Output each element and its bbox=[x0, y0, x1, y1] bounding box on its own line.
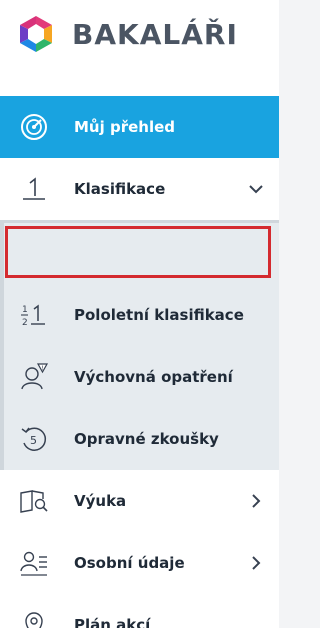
nav-subitem-ongoing-grades[interactable]: 1 2 N 1 Průběžná klasifikace bbox=[0, 220, 279, 284]
svg-text:1: 1 bbox=[22, 305, 28, 315]
svg-text:2: 2 bbox=[22, 318, 28, 328]
chevron-down-icon[interactable] bbox=[247, 180, 265, 198]
fraction-grades-icon: 1 2 N 1 bbox=[18, 238, 50, 270]
book-search-icon bbox=[18, 485, 50, 517]
nav-label-personal-data: Osobní údaje bbox=[74, 554, 185, 572]
svg-text:!: ! bbox=[41, 365, 43, 372]
brand-header[interactable]: BAKALÁŘI bbox=[0, 0, 279, 72]
svg-text:N 1: N 1 bbox=[24, 257, 39, 267]
nav-label-overview: Můj přehled bbox=[74, 118, 176, 136]
nav-subitem-half-year-grades[interactable]: 1 2 Pololetní klasifikace bbox=[0, 284, 279, 346]
nav-item-personal-data[interactable]: Osobní údaje bbox=[0, 532, 279, 594]
svg-text:1 2: 1 2 bbox=[24, 244, 38, 254]
chevron-right-icon[interactable] bbox=[247, 554, 265, 572]
id-card-icon bbox=[18, 547, 50, 579]
nav-item-classification[interactable]: Klasifikace bbox=[0, 158, 279, 220]
brand-name: BAKALÁŘI bbox=[72, 18, 238, 51]
numeral-one-icon bbox=[18, 173, 50, 205]
svg-text:5: 5 bbox=[30, 434, 37, 447]
retry-five-icon: 5 bbox=[18, 423, 50, 455]
nav-subitem-makeup-exams[interactable]: 5 Opravné zkoušky bbox=[0, 408, 279, 470]
nav-label-teaching: Výuka bbox=[74, 492, 127, 510]
person-warning-icon: ! bbox=[18, 361, 50, 393]
nav-label-makeup-exams: Opravné zkoušky bbox=[74, 430, 219, 448]
gauge-icon bbox=[18, 111, 50, 143]
half-year-icon: 1 2 bbox=[18, 299, 50, 331]
sidebar: BAKALÁŘI Můj přehled Klasifikace 1 2 N 1… bbox=[0, 0, 279, 628]
nav-label-ongoing-grades: Průběžná klasifikace bbox=[74, 244, 249, 263]
map-pin-icon bbox=[18, 609, 50, 628]
nav-item-overview[interactable]: Můj přehled bbox=[0, 96, 279, 158]
nav-subitem-disciplinary-measures[interactable]: ! Výchovná opatření bbox=[0, 346, 279, 408]
nav-label-disciplinary-measures: Výchovná opatření bbox=[74, 368, 233, 386]
nav-label-half-year-grades: Pololetní klasifikace bbox=[74, 306, 244, 324]
nav-item-teaching[interactable]: Výuka bbox=[0, 470, 279, 532]
nav-label-classification: Klasifikace bbox=[74, 180, 166, 198]
nav-item-event-plan[interactable]: Plán akcí bbox=[0, 594, 279, 628]
chevron-right-icon[interactable] bbox=[247, 492, 265, 510]
bakalari-logo bbox=[20, 16, 52, 52]
nav-label-event-plan: Plán akcí bbox=[74, 616, 151, 628]
